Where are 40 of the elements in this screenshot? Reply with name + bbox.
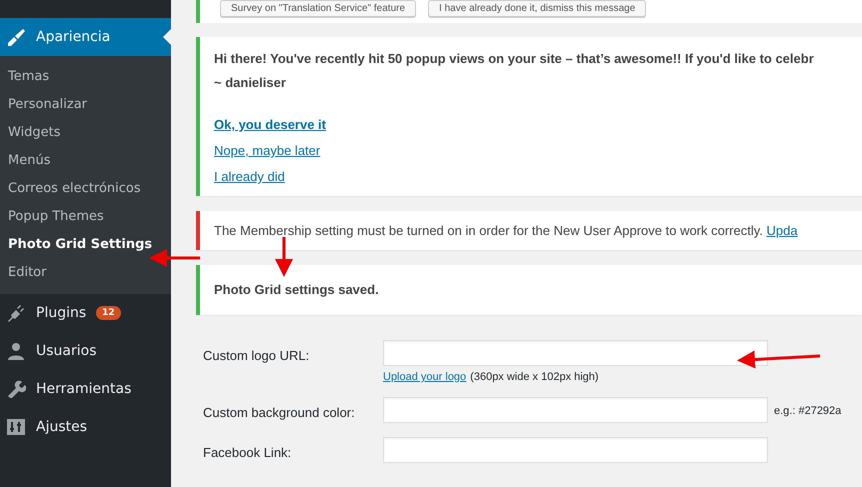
notice-button[interactable]: I have already done it, dismiss this message [428,0,646,17]
size-hint: (360px wide x 102px high) [470,371,599,383]
notice-message: The Membership setting must be turned on in order for the New User Approve to work correctly. [214,223,763,238]
submenu-item[interactable]: Correos electrónicos [0,175,171,203]
submenu-item[interactable]: Editor [0,259,171,287]
menu-item[interactable]: Ajustes [0,408,171,446]
plug-icon [6,304,26,322]
annotation-arrow [275,237,293,277]
notice-link[interactable]: Ok, you deserve it [214,117,326,132]
field-label: Facebook Link: [203,444,292,460]
menu-item[interactable]: Apariencia [0,18,171,56]
submenu-item[interactable]: Widgets [0,119,171,147]
submenu-item[interactable]: Temas [0,63,171,91]
submenu-item[interactable]: Menús [0,147,171,175]
upload-link[interactable]: Upload your logo [383,371,466,383]
notice-message: Hi there! You've recently hit 50 popup views on your site – that’s awesome!! If you'd like to celebr [214,50,815,68]
example-hint: e.g.: #27292a [773,404,842,417]
notice-link[interactable]: Nope, maybe later [214,143,320,158]
count-badge: 12 [96,306,121,320]
submenu-item[interactable]: Personalizar [0,91,171,119]
notice-message: Photo Grid settings saved. [214,281,380,299]
menu-item[interactable]: Usuarios [0,332,171,370]
annotation-arrow [149,249,200,267]
input-field[interactable] [383,340,768,366]
input-field[interactable] [383,397,768,423]
input-field[interactable] [383,437,768,463]
sliders-icon [6,418,26,436]
menu-item[interactable]: Plugins 12 [0,294,171,332]
submenu-item[interactable]: Photo Grid Settings [0,231,171,259]
field-label: Custom background color: [203,404,356,420]
notice-signature: ~ danieliser [214,74,287,92]
field-label: Custom logo URL: [203,347,310,363]
notice-link[interactable]: I already did [214,169,285,184]
update-link[interactable]: Upda [766,223,798,238]
notice-button[interactable]: Survey on "Translation Service" feature [220,0,416,17]
wrench-icon [6,380,26,398]
menu-item[interactable]: Herramientas [0,370,171,408]
user-icon [6,342,26,360]
submenu-item[interactable]: Popup Themes [0,203,171,231]
paintbrush-icon [6,28,26,46]
